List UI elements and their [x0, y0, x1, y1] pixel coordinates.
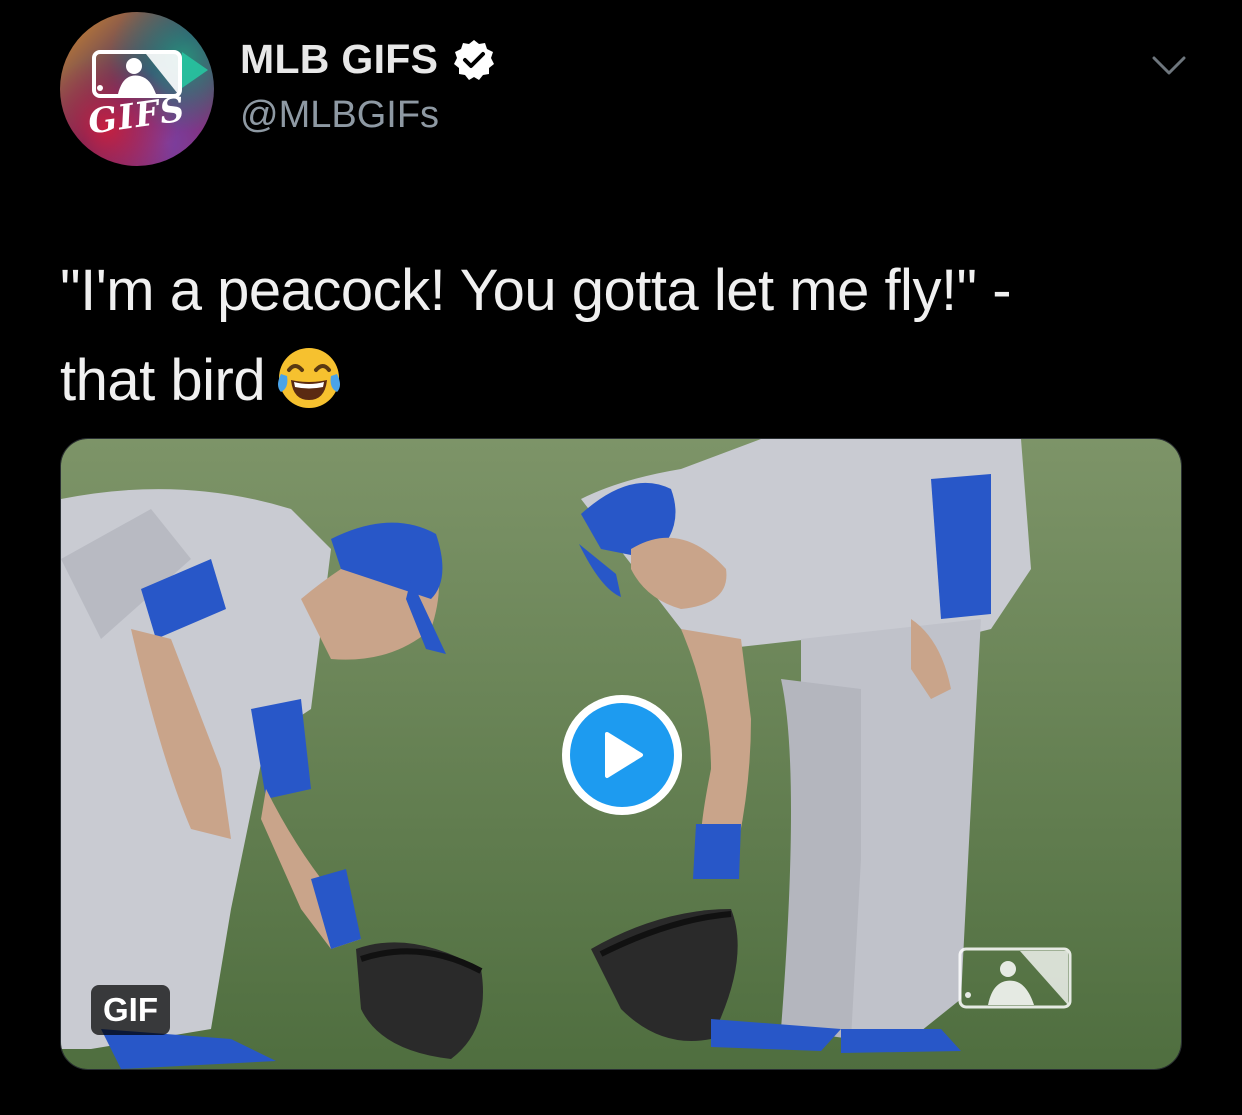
- tweet: GIFS MLB GIFS @MLBGIFs "I'm a peacock! Y…: [0, 0, 1242, 1115]
- play-icon: [605, 732, 643, 778]
- name-row: MLB GIFS: [240, 36, 496, 83]
- display-name[interactable]: MLB GIFS: [240, 36, 438, 83]
- play-button-inner: [570, 703, 674, 807]
- handle[interactable]: @MLBGIFs: [240, 94, 439, 137]
- mlb-watermark-icon: [958, 947, 1072, 1009]
- tweet-text-line-2-content: that bird: [60, 348, 266, 413]
- face-with-tears-of-joy-icon: [278, 348, 341, 408]
- media-gif[interactable]: GIF: [60, 438, 1182, 1070]
- chevron-down-icon[interactable]: [1152, 54, 1186, 78]
- avatar[interactable]: GIFS: [60, 12, 214, 166]
- tweet-text-line-1: "I'm a peacock! You gotta let me fly!" -: [60, 258, 1012, 323]
- tweet-text: "I'm a peacock! You gotta let me fly!" -…: [60, 246, 1180, 426]
- verified-badge-icon: [454, 39, 495, 80]
- tweet-text-line-2: that bird: [60, 336, 1180, 426]
- mlb-logo-icon: [92, 50, 208, 98]
- gif-badge: GIF: [91, 985, 170, 1035]
- play-button[interactable]: [562, 695, 682, 815]
